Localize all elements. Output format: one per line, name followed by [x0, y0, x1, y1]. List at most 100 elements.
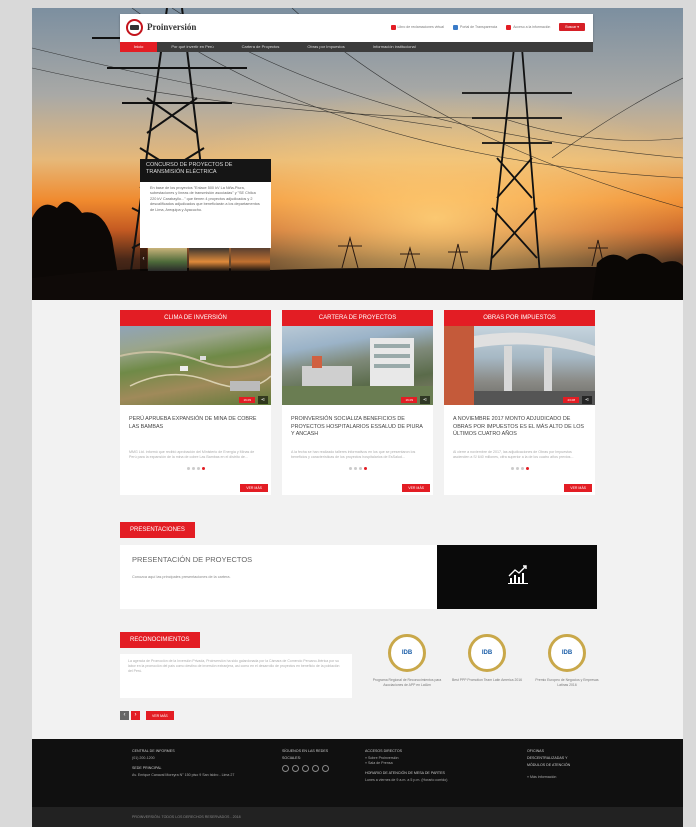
- dot[interactable]: [186, 467, 190, 470]
- logo-icon: [126, 19, 143, 36]
- award-item[interactable]: IDB Programa Regional de Reconocimientos…: [372, 634, 442, 687]
- nav-item-institucional[interactable]: Información institucional: [359, 42, 430, 52]
- chevron-right-icon[interactable]: ›: [131, 711, 140, 720]
- card-header[interactable]: Obras por impuestos: [444, 310, 595, 326]
- copyright: PROINVERSIÓN. TODOS LOS DERECHOS RESERVA…: [32, 807, 683, 827]
- linkedin-icon[interactable]: [312, 765, 319, 772]
- date-badge: 16.09: [401, 397, 417, 403]
- award-caption: Programa Regional de Reconocimientos par…: [372, 678, 442, 687]
- card-header[interactable]: Clima de inversión: [120, 310, 271, 326]
- flickr-icon[interactable]: [322, 765, 329, 772]
- view-more-button[interactable]: VER MÁS: [240, 484, 268, 492]
- footer-heading: DESCENTRALIZADAS Y: [527, 756, 568, 760]
- dot[interactable]: [515, 467, 519, 470]
- dot-active[interactable]: [525, 467, 529, 470]
- date-badge: 23.08: [563, 397, 579, 403]
- nav-item-cartera[interactable]: Cartera de Proyectos: [228, 42, 294, 52]
- chevron-left-icon[interactable]: ‹: [140, 248, 147, 271]
- footer-heading: SÍGUENOS EN LAS REDES: [282, 749, 329, 753]
- share-icon[interactable]: ⋖: [420, 396, 430, 404]
- link-reclamaciones[interactable]: Libro de reclamaciones virtual: [390, 24, 444, 30]
- card-image[interactable]: 16.09 ⋖: [282, 326, 433, 405]
- share-icon[interactable]: ⋖: [258, 396, 268, 404]
- card-text: A la fecha se han realizado talleres inf…: [291, 450, 416, 459]
- footer-hours: Lunes a viernes de 9 a.m. a 5 p.m. (Hora…: [365, 778, 448, 782]
- presentations-title[interactable]: PRESENTACIÓN DE PROYECTOS: [132, 555, 425, 564]
- card-title[interactable]: PERÚ APRUEBA EXPANSIÓN DE MINA DE COBRE …: [120, 405, 271, 445]
- thumbnail[interactable]: [230, 248, 270, 271]
- dot[interactable]: [510, 467, 514, 470]
- award-caption: Best PPP Promotion Team Latin America 20…: [452, 678, 522, 682]
- presentations-box[interactable]: PRESENTACIÓN DE PROYECTOS Conozca aquí l…: [120, 545, 437, 609]
- card-photo: [444, 326, 595, 405]
- hero-callout-title: CONCURSO DE PROYECTOS DE TRANSMISIÓN ELÉ…: [140, 159, 271, 182]
- carousel-dots: [120, 466, 271, 472]
- footer-heading: HORARIO DE ATENCIÓN DE MESA DE PARTES: [365, 771, 445, 775]
- news-card: Cartera de proyectos 16.09 ⋖ PROINVERSIÓ…: [282, 310, 433, 495]
- chevron-left-icon[interactable]: ‹: [120, 711, 129, 720]
- footer-offices: OFICINAS DESCENTRALIZADAS Y MÓDULOS DE A…: [527, 749, 570, 780]
- dot[interactable]: [358, 467, 362, 470]
- card-photo: [120, 351, 271, 391]
- award-item[interactable]: IDB Best PPP Promotion Team Latin Americ…: [452, 634, 522, 683]
- hero-callout-text: En base de los proyectos "Enlace 500 kV …: [140, 182, 271, 248]
- section-title-presentaciones: Presentaciones: [120, 522, 195, 538]
- chart-growth-icon: [508, 565, 528, 584]
- footer-contact: CENTRAL DE INFORMES (01) 200-1200 SEDE P…: [132, 749, 234, 778]
- thumbnail[interactable]: [148, 248, 188, 271]
- dot-active[interactable]: [363, 467, 367, 470]
- view-more-button[interactable]: VER MÁS: [402, 484, 430, 492]
- view-more-button[interactable]: VER MÁS: [564, 484, 592, 492]
- link-label: Portal de Transparencia: [460, 25, 498, 29]
- dot[interactable]: [520, 467, 524, 470]
- footer-heading: CENTRAL DE INFORMES: [132, 749, 175, 753]
- share-icon[interactable]: ⋖: [582, 396, 592, 404]
- link-transparencia[interactable]: Portal de Transparencia: [453, 24, 498, 30]
- dot[interactable]: [191, 467, 195, 470]
- twitter-icon[interactable]: [292, 765, 299, 772]
- hero-callout: CONCURSO DE PROYECTOS DE TRANSMISIÓN ELÉ…: [140, 159, 271, 271]
- footer-heading: SOCIALES:: [282, 756, 301, 760]
- section-title-reconocimientos: Reconocimientos: [120, 632, 200, 648]
- main-nav: Inicio Por qué invertir en Perú Cartera …: [120, 42, 593, 52]
- dot-active[interactable]: [201, 467, 205, 470]
- transparency-icon: [453, 24, 459, 30]
- nav-item-obras[interactable]: Obras por Impuestos: [293, 42, 358, 52]
- hero-banner: Proinversión Libro de reclamaciones virt…: [32, 8, 683, 300]
- dot[interactable]: [348, 467, 352, 470]
- link-label: Acceso a la información: [513, 25, 551, 29]
- card-image[interactable]: 23.08 ⋖: [444, 326, 595, 405]
- view-more-button[interactable]: VER MÁS: [146, 711, 174, 720]
- facebook-icon[interactable]: [282, 765, 289, 772]
- card-header[interactable]: Cartera de proyectos: [282, 310, 433, 326]
- search-button[interactable]: Buscar ▾: [559, 23, 585, 31]
- recognitions-pager: ‹ › VER MÁS: [120, 711, 174, 720]
- card-text: MMG Ltd. informó que recibió aprobación …: [129, 450, 255, 459]
- nav-item-inicio[interactable]: Inicio: [120, 42, 158, 52]
- youtube-icon[interactable]: [302, 765, 309, 772]
- link-acceso-informacion[interactable]: Acceso a la información: [506, 24, 551, 30]
- dot[interactable]: [196, 467, 200, 470]
- idb-award-icon: IDB: [468, 634, 506, 672]
- presentations-panel[interactable]: [437, 545, 597, 609]
- card-title[interactable]: PROINVERSIÓN SOCIALIZA BENEFICIOS DE PRO…: [282, 405, 433, 445]
- dot[interactable]: [353, 467, 357, 470]
- top-links: Libro de reclamaciones virtual Portal de…: [390, 23, 585, 31]
- footer-links: ACCESOS DIRECTOS » Sobre Proinversión » …: [365, 749, 448, 783]
- card-text: Al cierre a noviembre de 2017, las adjud…: [453, 450, 574, 459]
- award-caption: Premio Europeo de Negocios y Empresas La…: [535, 678, 599, 687]
- footer-link[interactable]: » Más información: [527, 775, 570, 780]
- social-links: [282, 765, 329, 772]
- footer-heading: OFICINAS: [527, 749, 544, 753]
- card-title[interactable]: A NOVIEMBRE 2017 MONTO ADJUDICADO DE OBR…: [444, 405, 595, 445]
- card-image[interactable]: 16.09 ⋖: [120, 326, 271, 405]
- nav-item-invertir[interactable]: Por qué invertir en Perú: [157, 42, 227, 52]
- card-photo: [282, 338, 433, 405]
- footer-heading: ACCESOS DIRECTOS: [365, 749, 403, 753]
- award-item[interactable]: IDB Premio Europeo de Negocios y Empresa…: [532, 634, 602, 687]
- logo[interactable]: Proinversión: [126, 19, 196, 36]
- thumbnail[interactable]: [189, 248, 229, 271]
- idb-award-icon: IDB: [388, 634, 426, 672]
- news-card: Clima de inversión 16.09 ⋖ PERÚ APRUEBA …: [120, 310, 271, 495]
- page: Proinversión Libro de reclamaciones virt…: [32, 8, 683, 827]
